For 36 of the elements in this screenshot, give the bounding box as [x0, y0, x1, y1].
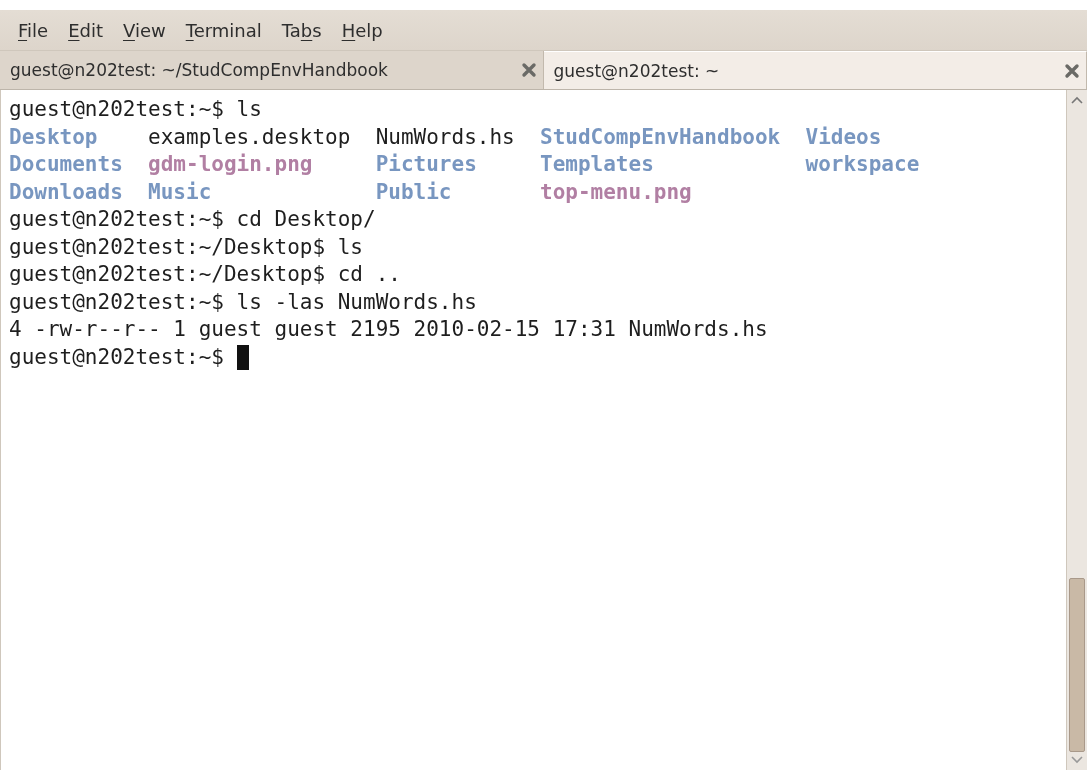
menu-item[interactable]: Terminal: [177, 15, 270, 45]
file-name: Downloads: [9, 179, 123, 204]
tab-title[interactable]: guest@n202test: ~/StudCompEnvHandbook: [10, 60, 388, 80]
terminal-line: guest@n202test:~$ cd Desktop/: [9, 206, 377, 233]
menu-item[interactable]: Tabs: [273, 15, 330, 45]
menu-item[interactable]: Help: [333, 15, 391, 45]
terminal-line: guest@n202test:~$ ls -las NumWords.hs: [9, 288, 478, 316]
terminal-line: guest@n202test:~$ ls: [9, 96, 263, 123]
file-name: Pictures: [375, 152, 477, 176]
close-icon[interactable]: [1064, 62, 1080, 79]
file-name: gdm-login.png: [148, 152, 313, 176]
terminal-line: guest@n202test:~/Desktop$ ls: [9, 233, 364, 261]
file-name: top-menu.png: [540, 179, 692, 204]
file-name: Desktop: [9, 124, 98, 149]
file-name: StudCompEnvHandbook: [540, 124, 781, 149]
scroll-down-icon[interactable]: [1071, 756, 1083, 764]
menu-item[interactable]: Edit: [60, 15, 111, 45]
terminal-line: 4 -rw-r--r-- 1 guest guest 2195 2010-02-15 17:31 NumWords.hs: [9, 316, 769, 343]
file-name: Music: [148, 179, 212, 204]
file-name: Documents: [9, 152, 123, 176]
file-name: NumWords.hs: [375, 124, 515, 149]
scrollbar[interactable]: [1066, 90, 1087, 770]
tab[interactable]: guest@n202test: ~: [543, 51, 1087, 89]
file-name: workspace: [805, 152, 920, 176]
file-name: examples.desktop: [148, 124, 351, 149]
terminal-line: guest@n202test:~$: [9, 343, 225, 371]
scrollbar-thumb[interactable]: [1069, 578, 1085, 752]
menu-item[interactable]: View: [115, 15, 174, 45]
scroll-up-icon[interactable]: [1071, 96, 1083, 104]
tab-title[interactable]: guest@n202test: ~: [553, 60, 720, 81]
close-icon[interactable]: [520, 62, 537, 78]
file-name: Public: [375, 179, 452, 204]
menu-item[interactable]: File: [10, 15, 57, 45]
file-name: Videos: [805, 124, 882, 149]
terminal-line: guest@n202test:~/Desktop$ cd ..: [9, 261, 402, 288]
file-name: Templates: [540, 152, 654, 176]
